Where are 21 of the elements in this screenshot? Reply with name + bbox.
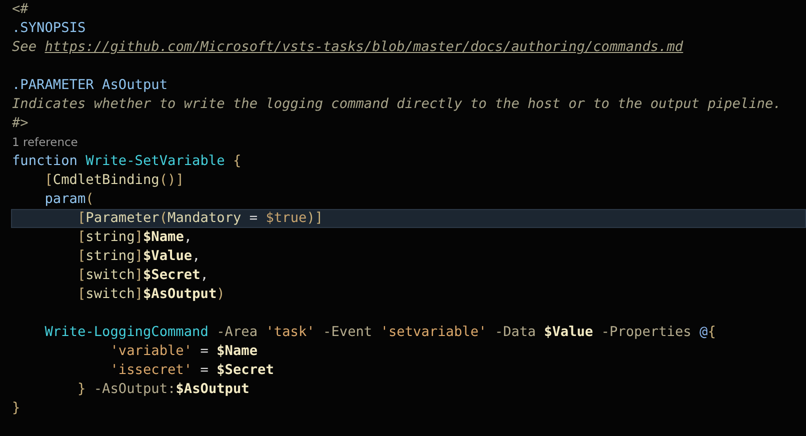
code-line: [string]$Name, [76,229,192,246]
code-line: } [12,400,20,417]
code-line: [switch]$AsOutput) [76,286,225,303]
code-line: } -AsOutput:$AsOutput [76,381,250,398]
code-line: [Parameter(Mandatory = $true)] [76,210,324,227]
code-line: Write-LoggingCommand -Area 'task' -Event 'setvariable' -Data $Value -Properties @{ [44,324,716,341]
code-line: [CmdletBinding()] [44,172,184,189]
code-line: Indicates whether to write the logging command directly to the host or to the output pipeline. [12,96,782,113]
code-line: function Write-SetVariable { [12,153,242,170]
code-line: .PARAMETER AsOutput [12,77,168,94]
code-line: param( [44,191,94,208]
code-line: #> [12,115,28,132]
reference-count-link[interactable]: 1 reference [12,135,78,150]
code-line: .SYNOPSIS [12,20,86,37]
code-line: 'variable' = $Name [109,343,258,360]
code-line: See https://github.com/Microsoft/vsts-tasks/blob/master/docs/authoring/commands.md [12,39,684,56]
code-line: [switch]$Secret, [76,267,208,284]
url-link[interactable]: https://github.com/Microsoft/vsts-tasks/blob/master/docs/authoring/commands.md [44,39,684,55]
code-line: 'issecret' = $Secret [109,362,274,379]
code-line: [string]$Value, [76,248,200,265]
code-line: <# [12,1,28,18]
